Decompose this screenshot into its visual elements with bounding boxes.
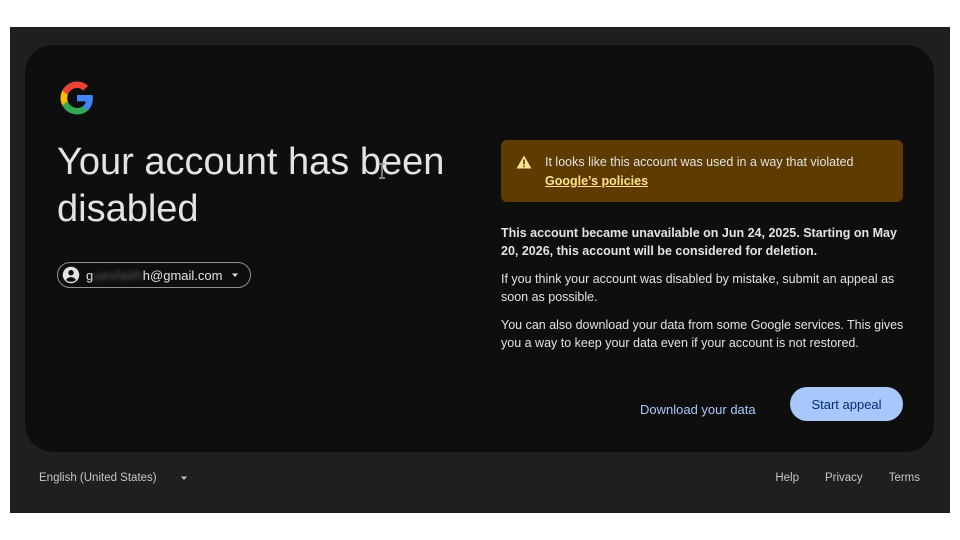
language-label: English (United States) — [39, 472, 157, 484]
title-line-2: disabled — [57, 188, 199, 230]
language-selector[interactable]: English (United States) — [39, 472, 189, 484]
appeal-info: If you think your account was disabled b… — [501, 272, 895, 304]
title-line-1: Your account has been — [57, 141, 445, 183]
account-switcher-chip[interactable]: guesfaithh@gmail.com — [57, 262, 252, 288]
warning-triangle-icon — [516, 155, 532, 169]
alert-text: It looks like this account was used in a… — [545, 155, 854, 169]
footer-link-help[interactable]: Help — [775, 472, 799, 484]
email-redacted: uesfaith — [93, 267, 143, 283]
start-appeal-button[interactable]: Start appeal — [790, 387, 903, 421]
text-cursor-icon — [379, 163, 385, 179]
caret-down-icon — [180, 476, 187, 480]
google-logo-icon — [60, 81, 93, 115]
account-email: guesfaithh@gmail.com — [86, 268, 222, 283]
footer-link-terms[interactable]: Terms — [889, 472, 920, 484]
email-rest: h@gmail.com — [142, 267, 223, 283]
caret-down-icon — [232, 273, 239, 277]
footer-link-privacy[interactable]: Privacy — [825, 472, 863, 484]
download-data-button[interactable]: Download your data — [630, 392, 766, 426]
policy-violation-alert: It looks like this account was used in a… — [501, 140, 903, 202]
page-title: Your account has been disabled — [57, 139, 477, 233]
deletion-notice: This account became unavailable on Jun 2… — [501, 226, 897, 258]
screen: Your account has been disabled guesfaith… — [10, 27, 950, 513]
download-info: You can also download your data from som… — [501, 318, 904, 350]
footer-links: Help Privacy Terms — [775, 472, 920, 484]
disabled-account-card: Your account has been disabled guesfaith… — [25, 45, 934, 452]
account-circle-icon — [62, 266, 80, 284]
google-policies-link[interactable]: Google’s policies — [545, 174, 648, 188]
